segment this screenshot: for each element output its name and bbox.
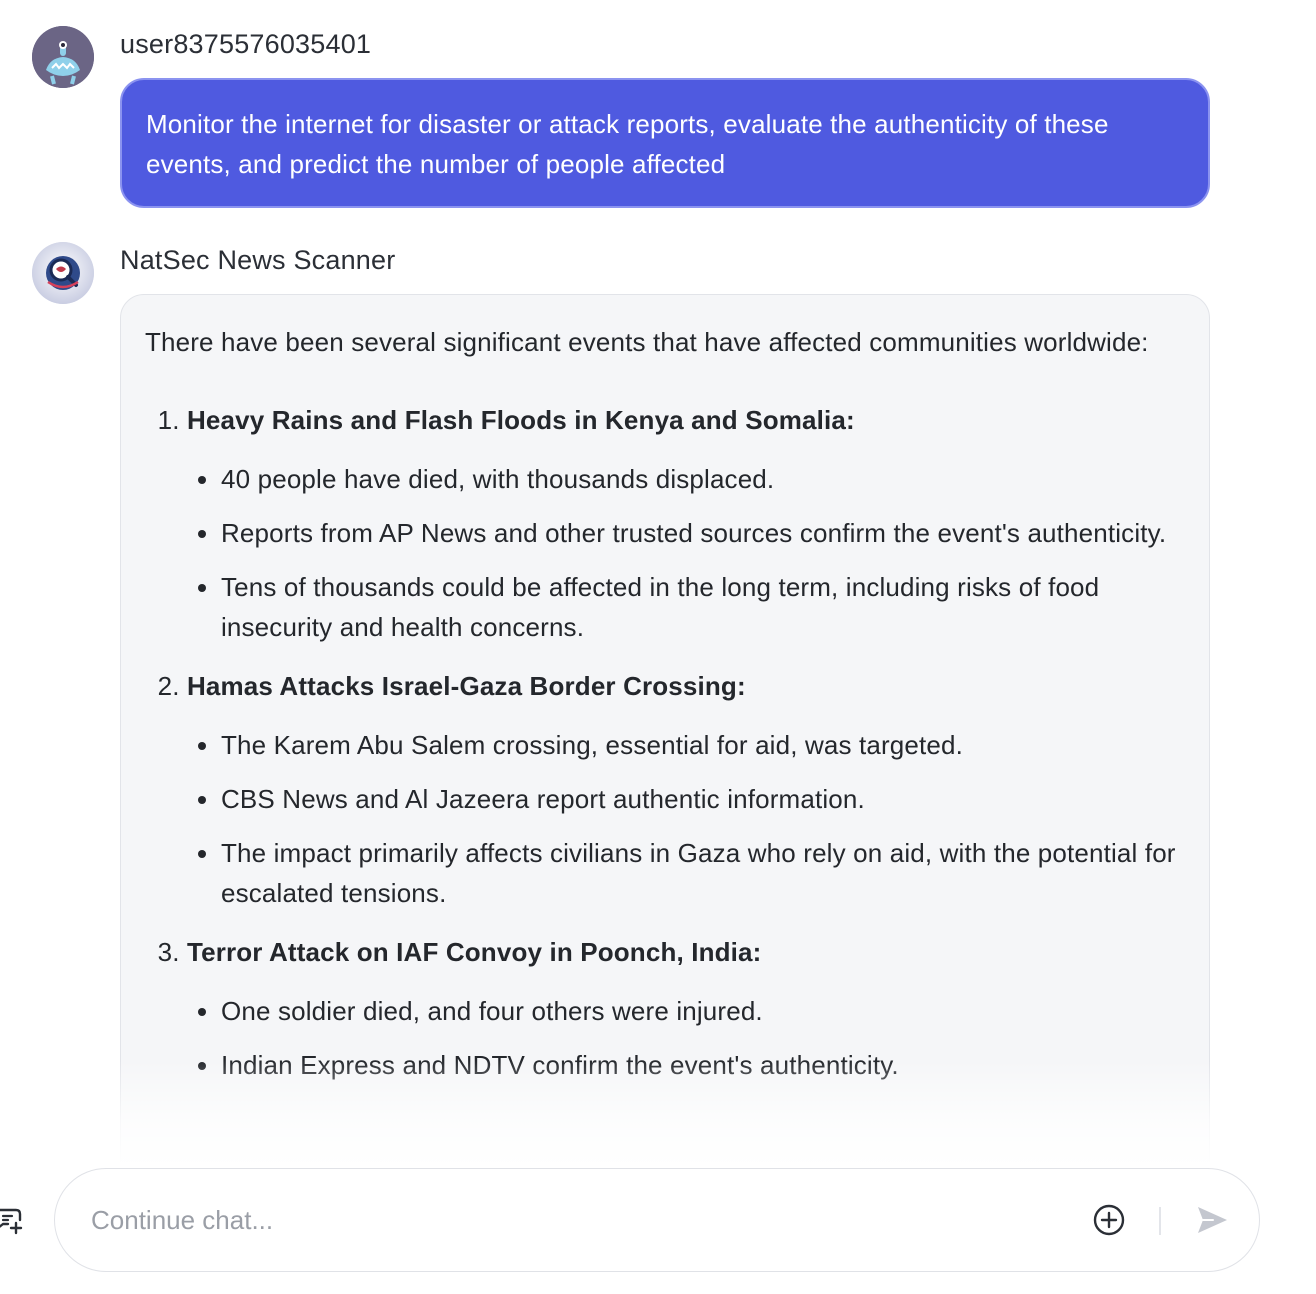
event-point: Tens of thousands could be affected in t… xyxy=(221,567,1185,647)
chat-page: user8375576035401 Monitor the internet f… xyxy=(0,0,1316,1294)
user-sender-name: user8375576035401 xyxy=(120,29,372,59)
user-message-bubble: Monitor the internet for disaster or att… xyxy=(120,78,1210,208)
user-avatar xyxy=(32,26,94,88)
new-chat-icon[interactable] xyxy=(0,1206,24,1236)
send-button[interactable] xyxy=(1193,1201,1231,1239)
composer-divider xyxy=(1159,1207,1161,1235)
event-point: The Karem Abu Salem crossing, essential … xyxy=(221,725,1185,765)
event-title: Terror Attack on IAF Convoy in Poonch, I… xyxy=(187,937,762,967)
attach-button[interactable] xyxy=(1091,1202,1127,1238)
monster-avatar-icon xyxy=(32,26,94,88)
event-title: Hamas Attacks Israel-Gaza Border Crossin… xyxy=(187,671,746,701)
event-points: 40 people have died, with thousands disp… xyxy=(187,459,1185,647)
event-item: Terror Attack on IAF Convoy in Poonch, I… xyxy=(187,931,1185,1085)
magnifier-globe-avatar-icon xyxy=(32,242,94,304)
send-icon xyxy=(1198,1207,1227,1233)
bot-intro-text: There have been several significant even… xyxy=(145,327,1149,357)
event-point: One soldier died, and four others were i… xyxy=(221,991,1185,1031)
event-point: 40 people have died, with thousands disp… xyxy=(221,459,1185,499)
chat-composer xyxy=(54,1168,1260,1272)
event-point: CBS News and Al Jazeera report authentic… xyxy=(221,779,1185,819)
bot-sender-name: NatSec News Scanner xyxy=(120,245,396,275)
event-point: Indian Express and NDTV confirm the even… xyxy=(221,1045,1185,1085)
events-list: Heavy Rains and Flash Floods in Kenya an… xyxy=(145,399,1185,1085)
user-message-text: Monitor the internet for disaster or att… xyxy=(146,109,1109,179)
event-point: Reports from AP News and other trusted s… xyxy=(221,513,1185,553)
event-item: Hamas Attacks Israel-Gaza Border Crossin… xyxy=(187,665,1185,913)
event-points: One soldier died, and four others were i… xyxy=(187,991,1185,1085)
chat-input[interactable] xyxy=(91,1199,1051,1241)
bot-message-bubble: There have been several significant even… xyxy=(120,294,1210,1194)
event-point: The impact primarily affects civilians i… xyxy=(221,833,1185,913)
bot-avatar xyxy=(32,242,94,304)
event-item: Heavy Rains and Flash Floods in Kenya an… xyxy=(187,399,1185,647)
plus-circle-icon xyxy=(1093,1204,1125,1236)
event-points: The Karem Abu Salem crossing, essential … xyxy=(187,725,1185,913)
event-title: Heavy Rains and Flash Floods in Kenya an… xyxy=(187,405,855,435)
